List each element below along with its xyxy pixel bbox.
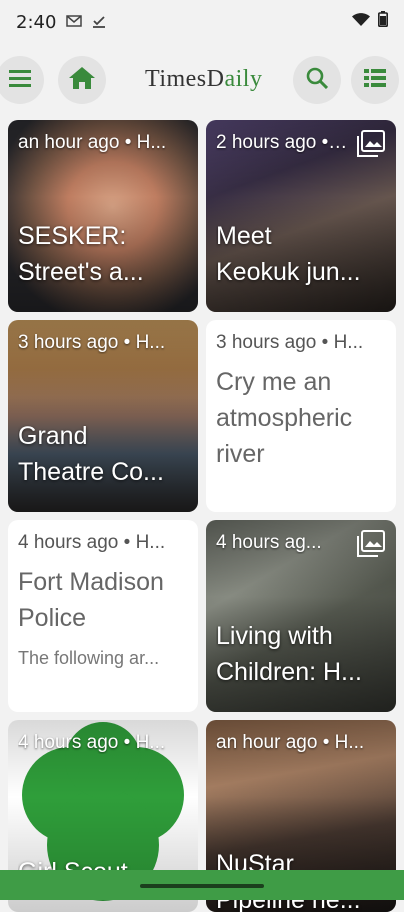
- times-daily-logo: TimesDaily: [145, 66, 262, 93]
- article-card[interactable]: 4 hours ag... Living with Children: H...: [206, 520, 396, 712]
- list-view-button[interactable]: [351, 56, 399, 104]
- article-card[interactable]: 2 hours ago • H... Meet Keokuk jun...: [206, 120, 396, 312]
- article-meta: 3 hours ago • H...: [216, 332, 388, 354]
- article-title: Meet Keokuk jun...: [216, 218, 388, 290]
- article-card[interactable]: 3 hours ago • H... Grand Theatre Co...: [8, 320, 198, 512]
- status-bar: 2:40: [0, 0, 404, 44]
- article-card[interactable]: 3 hours ago • H... Cry me an atmospheric…: [206, 320, 396, 512]
- article-title: SESKER: Street's a...: [18, 218, 190, 290]
- search-icon: [306, 67, 328, 94]
- article-title: Fort Madison Police: [18, 564, 190, 636]
- article-card[interactable]: 4 hours ago • H... Fort Madison Police T…: [8, 520, 198, 712]
- system-navigation-bar: [0, 870, 404, 900]
- wifi-icon: [352, 11, 370, 33]
- search-button[interactable]: [293, 56, 341, 104]
- list-icon: [364, 69, 386, 92]
- article-meta: an hour ago • H...: [18, 132, 190, 154]
- battery-icon: [378, 11, 388, 33]
- home-button[interactable]: [58, 56, 106, 104]
- check-download-icon: [92, 14, 106, 31]
- article-title: Living with Children: H...: [216, 618, 388, 690]
- clock: 2:40: [16, 12, 56, 33]
- article-description: The following ar...: [18, 648, 190, 669]
- menu-button[interactable]: [0, 56, 44, 104]
- logo-part1: TimesD: [145, 66, 224, 92]
- home-icon: [69, 67, 95, 94]
- article-meta: 2 hours ago • H...: [216, 132, 352, 154]
- article-card[interactable]: an hour ago • H... SESKER: Street's a...: [8, 120, 198, 312]
- article-meta: 4 hours ago • H...: [18, 732, 190, 754]
- article-meta: an hour ago • H...: [216, 732, 388, 754]
- app-header: TimesDaily: [0, 52, 404, 108]
- gallery-icon: [356, 130, 386, 158]
- article-title: Grand Theatre Co...: [18, 418, 190, 490]
- logo-part2: aily: [224, 66, 262, 92]
- article-title: Cry me an atmospheric river: [216, 364, 388, 472]
- article-meta: 4 hours ag...: [216, 532, 352, 554]
- article-meta: 4 hours ago • H...: [18, 532, 190, 554]
- gallery-icon: [356, 530, 386, 558]
- menu-icon: [9, 69, 31, 92]
- article-meta: 3 hours ago • H...: [18, 332, 190, 354]
- gesture-handle[interactable]: [140, 884, 264, 888]
- gmail-icon: [66, 14, 82, 30]
